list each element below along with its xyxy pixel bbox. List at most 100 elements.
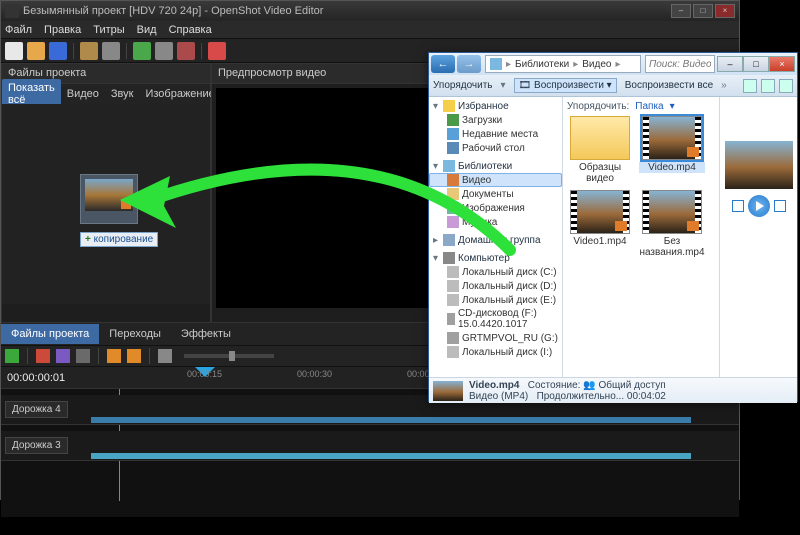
prev-marker-icon[interactable]	[107, 349, 121, 363]
nav-item[interactable]: Локальный диск (C:)	[429, 265, 562, 279]
nav-item[interactable]: Музыка	[429, 215, 562, 229]
import-icon[interactable]	[133, 42, 151, 60]
tab-video[interactable]: Видео	[61, 85, 105, 103]
nav-item[interactable]: Локальный диск (D:)	[429, 279, 562, 293]
fullscreen-icon[interactable]	[177, 42, 195, 60]
razor-icon[interactable]	[56, 349, 70, 363]
track-label[interactable]: Дорожка 4	[5, 401, 68, 418]
file-item[interactable]: Video1.mp4	[567, 190, 633, 258]
sort-value[interactable]: Папка	[635, 101, 663, 112]
close-button[interactable]: ×	[769, 56, 795, 72]
play-button[interactable]: Воспроизвести	[534, 80, 604, 91]
track-clip[interactable]	[91, 453, 691, 459]
project-file-thumb[interactable]	[80, 174, 138, 224]
profile-icon[interactable]	[155, 42, 173, 60]
nav-favorites[interactable]: ▾Избранное	[429, 99, 562, 113]
details-name: Video.mp4	[469, 380, 519, 391]
nav-libraries[interactable]: ▾Библиотеки	[429, 159, 562, 173]
file-label: Без названия.mp4	[639, 236, 705, 258]
file-item[interactable]: Без названия.mp4	[639, 190, 705, 258]
back-button[interactable]: ←	[431, 55, 455, 73]
sort-row: Упорядочить: Папка▾	[567, 101, 715, 112]
ruler-tick: 00:00:15	[187, 369, 222, 379]
file-label: Video1.mp4	[567, 236, 633, 247]
next-marker-icon[interactable]	[127, 349, 141, 363]
nav-item[interactable]: Изображения	[429, 201, 562, 215]
tab-effects[interactable]: Эффекты	[171, 324, 241, 344]
computer-icon	[443, 252, 455, 264]
video-thumb-icon	[642, 190, 702, 234]
nav-item[interactable]: Локальный диск (I:)	[429, 345, 562, 359]
nav-item[interactable]: GRTMPVOL_RU (G:)	[429, 331, 562, 345]
star-icon	[443, 100, 455, 112]
video-thumb-icon	[642, 116, 702, 160]
menu-view[interactable]: Вид	[137, 24, 157, 36]
save-icon[interactable]	[49, 42, 67, 60]
menu-titles[interactable]: Титры	[93, 24, 124, 36]
prev-button[interactable]	[732, 200, 744, 212]
tab-project-files[interactable]: Файлы проекта	[1, 324, 99, 344]
track-label[interactable]: Дорожка 3	[5, 437, 68, 454]
play-button[interactable]	[748, 195, 770, 217]
file-item-selected[interactable]: Video.mp4	[639, 116, 705, 184]
breadcrumb-item[interactable]: Библиотеки	[515, 59, 569, 70]
redo-icon[interactable]	[102, 42, 120, 60]
menu-edit[interactable]: Правка	[44, 24, 81, 36]
forward-button[interactable]: →	[457, 55, 481, 73]
menu-help[interactable]: Справка	[169, 24, 212, 36]
undo-icon[interactable]	[80, 42, 98, 60]
nav-item[interactable]: Недавние места	[429, 127, 562, 141]
help-icon[interactable]	[779, 79, 793, 93]
explorer-titlebar: ← → ▸ Библиотеки ▸ Видео ▸ – □ ×	[429, 53, 797, 75]
play-all-button[interactable]: Воспроизвести все	[625, 80, 713, 91]
tab-transitions[interactable]: Переходы	[99, 324, 171, 344]
maximize-button[interactable]: □	[743, 56, 769, 72]
zoom-slider[interactable]	[184, 354, 274, 358]
minimize-button[interactable]: –	[671, 4, 691, 18]
organize-button[interactable]: Упорядочить	[433, 80, 493, 91]
disk-icon	[447, 346, 459, 358]
nav-item[interactable]: Локальный диск (E:)	[429, 293, 562, 307]
nav-item-video[interactable]: Видео	[429, 173, 562, 187]
file-label: Video.mp4	[639, 162, 705, 173]
track[interactable]: Дорожка 3	[1, 431, 739, 461]
close-button[interactable]: ×	[715, 4, 735, 18]
menu-file[interactable]: Файл	[5, 24, 32, 36]
disk-icon	[447, 280, 459, 292]
menubar: Файл Правка Титры Вид Справка	[1, 21, 739, 39]
minimize-button[interactable]: –	[717, 56, 743, 72]
next-button[interactable]	[774, 200, 786, 212]
copy-cursor-label: копирование	[80, 232, 158, 247]
tab-audio[interactable]: Звук	[105, 85, 140, 103]
view-icon[interactable]	[743, 79, 757, 93]
center-icon[interactable]	[158, 349, 172, 363]
command-bar: Упорядочить▾ 🎞 Воспроизвести ▾ Воспроизв…	[429, 75, 797, 97]
marker-icon[interactable]	[76, 349, 90, 363]
project-files-body[interactable]: копирование	[2, 104, 210, 304]
nav-item[interactable]: Документы	[429, 187, 562, 201]
file-label: Образцы видео	[567, 162, 633, 184]
nav-item[interactable]: Рабочий стол	[429, 141, 562, 155]
export-icon[interactable]	[208, 42, 226, 60]
search-input[interactable]	[645, 55, 715, 73]
file-list[interactable]: Упорядочить: Папка▾ Образцы видео Video.…	[563, 97, 719, 377]
nav-homegroup[interactable]: ▸Домашняя группа	[429, 233, 562, 247]
maximize-button[interactable]: □	[693, 4, 713, 18]
nav-item[interactable]: CD-дисковод (F:) 15.0.4420.1017	[429, 307, 562, 331]
share-value: Общий доступ	[598, 380, 665, 391]
breadcrumb[interactable]: ▸ Библиотеки ▸ Видео ▸	[485, 55, 641, 73]
project-files-panel: Файлы проекта Показать всё Видео Звук Из…	[1, 63, 211, 323]
new-icon[interactable]	[5, 42, 23, 60]
snap-icon[interactable]	[36, 349, 50, 363]
add-track-icon[interactable]	[5, 349, 19, 363]
preview-pane-icon[interactable]	[761, 79, 775, 93]
nav-computer[interactable]: ▾Компьютер	[429, 251, 562, 265]
window-title: Безымянный проект [HDV 720 24p] - OpenSh…	[23, 5, 323, 17]
track-clip[interactable]	[91, 417, 691, 423]
tab-image[interactable]: Изображение	[139, 85, 220, 103]
nav-item[interactable]: Загрузки	[429, 113, 562, 127]
cd-icon	[447, 332, 459, 344]
open-icon[interactable]	[27, 42, 45, 60]
folder-item[interactable]: Образцы видео	[567, 116, 633, 184]
breadcrumb-item[interactable]: Видео	[582, 59, 611, 70]
